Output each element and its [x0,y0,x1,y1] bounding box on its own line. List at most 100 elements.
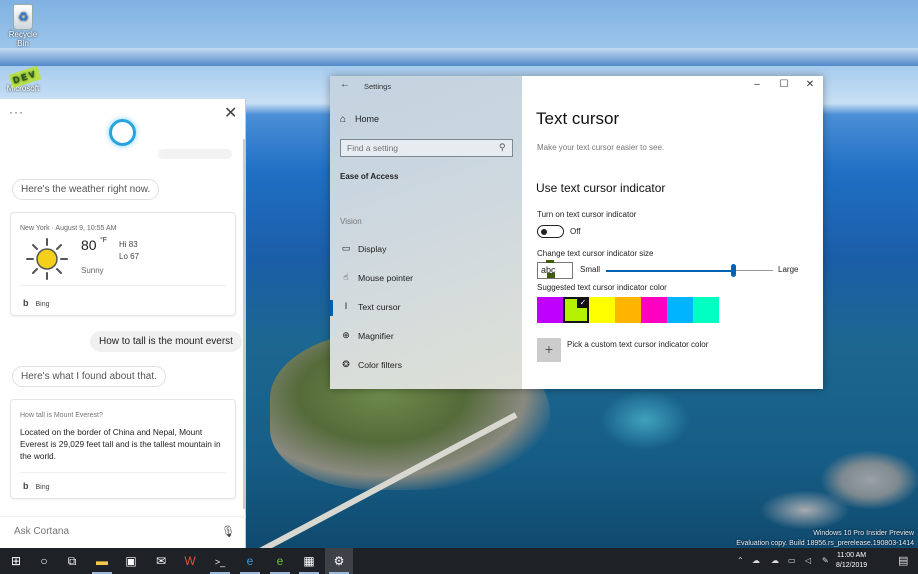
divider [20,472,226,473]
close-button[interactable]: ✕ [224,103,237,123]
color-swatch[interactable] [693,297,719,323]
settings-content: – ☐ ✕ Text cursor Make your text cursor … [522,76,823,389]
network-icon[interactable]: ▭ [788,548,796,574]
volume-icon[interactable]: ◁ [805,548,811,574]
watermark-line2: Evaluation copy. Build 18956.rs_prerelea… [736,540,914,547]
taskbar-start-button[interactable]: ⊞ [2,548,30,574]
taskbar-edge-button[interactable]: e [236,548,264,574]
bing-label: Bing [35,484,50,491]
group-label: Vision [340,217,362,226]
nav-item-color-filters[interactable]: ❂ Color filters [330,353,522,379]
custom-color-label[interactable]: Pick a custom text cursor indicator colo… [567,340,708,349]
desktop-icon-label: Microsoft [6,84,40,93]
ask-cortana-bar: 🎙 [0,516,246,548]
bing-source[interactable]: b Bing [23,481,50,491]
action-center-icon[interactable]: ▤ [898,548,908,574]
size-max-label: Large [778,265,799,274]
ask-cortana-input[interactable] [14,526,204,537]
bing-label: Bing [35,301,50,308]
text-cursor-icon: I [344,301,348,311]
taskbar-terminal-button[interactable]: >_ [206,548,234,574]
show-hidden-icons-button[interactable]: ⌃ [737,548,744,574]
pen-icon[interactable]: ✎ [822,548,829,574]
size-min-label: Small [580,265,601,274]
indicator-top-marker [546,260,554,263]
taskbar-mail-button[interactable]: ✉ [147,548,175,574]
start-icon: ⊞ [10,554,22,568]
search-icon: ○ [40,554,48,568]
edge-dev-icon: e [276,554,284,568]
toggle-label: Turn on text cursor indicator [537,210,637,219]
taskbar-settings-button[interactable]: ⚙ [325,548,353,574]
answer-question: How tall is Mount Everest? [20,412,103,419]
nav-home[interactable]: ⌂ Home [340,114,379,125]
wallpaper-rocks [760,490,850,530]
color-swatch[interactable] [641,297,667,323]
edge-icon: e [246,554,254,568]
bing-icon: b [23,481,29,491]
high-temp: Hi 83 [119,240,138,249]
custom-color-button[interactable]: + [537,338,561,362]
nav-item-label: Mouse pointer [358,273,414,283]
scrollbar[interactable] [243,139,245,509]
slider-thumb[interactable] [730,264,736,277]
clock[interactable]: 11:00 AM 8/12/2019 [836,551,867,571]
desktop-icon-recycle-bin[interactable]: Recycle Bin [2,4,44,48]
nav-item-text-cursor[interactable]: I Text cursor [330,295,522,321]
nav-item-magnifier[interactable]: ⊕ Magnifier [330,324,522,350]
app-tiles-icon: ▦ [303,554,315,568]
taskbar-file-explorer-button[interactable]: ▬ [88,548,116,574]
hi-lo: Hi 83 Lo 67 [119,239,139,263]
onedrive-icon[interactable]: ☁ [752,548,760,574]
desktop-icon-label: Recycle Bin [8,30,38,48]
color-swatch[interactable] [667,297,693,323]
weather-condition: Sunny [81,266,104,275]
cortana-panel: ··· ✕ Here's the weather right now. New … [0,99,246,548]
cloud-icon[interactable]: ☁ [771,548,779,574]
cursor-indicator-toggle[interactable] [537,225,564,238]
nav-item-display[interactable]: ▭ Display [330,237,522,263]
nav-item-mouse-pointer[interactable]: ☝ Mouse pointer [330,266,522,292]
nav-item-label: Display [358,244,387,254]
temperature-unit: °F [100,237,108,244]
find-setting-input[interactable] [340,139,513,157]
app-w-icon: W [184,554,196,568]
cortana-message: Here's the weather right now. [12,179,160,200]
settings-window: ← Settings ⌂ Home ⚲ Ease of Access Vision… [330,76,823,389]
maximize-button[interactable]: ☐ [772,79,796,90]
taskbar-app-w-button[interactable]: W [176,548,204,574]
nav-home-label: Home [355,114,380,124]
recycle-bin-icon [13,4,33,30]
taskbar-edge-dev-button[interactable]: e [266,548,294,574]
taskbar-search-button[interactable]: ○ [30,548,58,574]
taskbar-store-button[interactable]: ▣ [117,548,145,574]
bing-icon: b [23,298,29,308]
close-window-button[interactable]: ✕ [798,79,822,90]
answer-card[interactable]: How tall is Mount Everest? Located on th… [10,399,236,499]
back-arrow-icon[interactable]: ← [340,79,350,90]
minimize-button[interactable]: – [745,79,769,90]
microphone-icon[interactable]: 🎙 [221,525,235,538]
color-swatch[interactable] [537,297,563,323]
clock-date: 8/12/2019 [836,562,868,569]
mail-icon: ✉ [155,554,167,568]
color-swatch[interactable]: ✓ [563,297,589,323]
section-heading: Use text cursor indicator [536,181,666,195]
color-swatch[interactable] [615,297,641,323]
magnifier-icon: ⊕ [342,330,350,340]
desktop-icon-microsoft-dev[interactable]: DEV Microsoft [2,65,44,93]
size-slider[interactable] [606,264,773,277]
answer-body: Located on the border of China and Nepal… [20,427,221,461]
taskbar-task-view-button[interactable]: ⧉ [58,548,86,574]
search-icon[interactable]: ⚲ [499,142,506,153]
page-subtitle: Make your text cursor easier to see. [537,143,665,152]
page-title: Text cursor [536,109,620,128]
weather-card[interactable]: New York · August 9, 10:55 AM 80 °F Hi 8… [10,212,236,316]
toggle-state: Off [570,227,581,236]
more-options-button[interactable]: ··· [9,105,24,119]
clock-time: 11:00 AM [837,552,867,559]
faded-message [158,149,232,159]
color-swatch[interactable] [589,297,615,323]
bing-source[interactable]: b Bing [23,298,50,308]
taskbar-app-tiles-button[interactable]: ▦ [295,548,323,574]
